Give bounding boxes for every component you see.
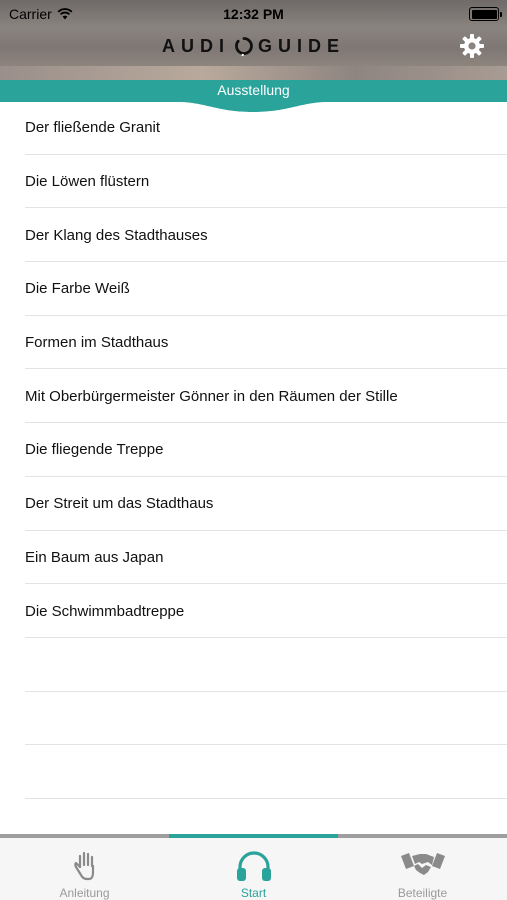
- headphones-icon: [236, 851, 271, 881]
- logo-text-left: AUDI: [161, 35, 230, 56]
- gear-icon[interactable]: [459, 33, 485, 59]
- handshake-icon: [400, 853, 445, 875]
- logo-circle-icon: [234, 36, 254, 59]
- list-item[interactable]: Die Schwimmbadtreppe: [0, 584, 507, 638]
- empty-row: [0, 745, 507, 799]
- status-bar: Carrier 12:32 PM: [0, 0, 507, 28]
- list-item-label: Die Schwimmbadtreppe: [25, 602, 185, 620]
- list-item-label: Formen im Stadthaus: [25, 334, 169, 352]
- list-item[interactable]: Die fliegende Treppe: [0, 423, 507, 477]
- list-item-label: Die fliegende Treppe: [25, 441, 164, 459]
- list-item-label: Ein Baum aus Japan: [25, 548, 164, 566]
- status-time: 12:32 PM: [223, 6, 284, 22]
- list-item[interactable]: Der Klang des Stadthauses: [0, 208, 507, 262]
- tab-start[interactable]: Start: [169, 838, 338, 900]
- list-item[interactable]: Die Farbe Weiß: [0, 262, 507, 316]
- logo-text-right: GUIDE: [257, 35, 345, 56]
- hand-icon: [73, 851, 94, 881]
- list-item[interactable]: Die Löwen flüstern: [0, 155, 507, 209]
- tab-anleitung[interactable]: Anleitung: [0, 838, 169, 900]
- tab-label: Anleitung: [59, 886, 110, 900]
- exhibit-list: Der fließende Granit Die Löwen flüstern …: [0, 101, 507, 799]
- empty-row: [0, 692, 507, 746]
- tab-beteiligte[interactable]: Beteiligte: [338, 838, 507, 900]
- empty-row: [0, 638, 507, 692]
- list-item-label: Der Streit um das Stadthaus: [25, 495, 214, 513]
- header: Carrier 12:32 PM AUDI GUIDE: [0, 0, 507, 80]
- list-item-label: Die Löwen flüstern: [25, 173, 150, 191]
- list-item-label: Mit Oberbürgermeister Gönner in den Räum…: [25, 387, 398, 405]
- section-title: Ausstellung: [217, 82, 290, 98]
- tab-label: Start: [240, 886, 267, 900]
- tab-label: Beteiligte: [397, 886, 448, 900]
- list-item[interactable]: Formen im Stadthaus: [0, 316, 507, 370]
- list-item[interactable]: Mit Oberbürgermeister Gönner in den Räum…: [0, 369, 507, 423]
- list-item-label: Der Klang des Stadthauses: [25, 226, 208, 244]
- battery-icon: [469, 7, 502, 21]
- app-logo: AUDI GUIDE: [0, 34, 507, 59]
- list-item[interactable]: Ein Baum aus Japan: [0, 531, 507, 585]
- list-item[interactable]: Der Streit um das Stadthaus: [0, 477, 507, 531]
- list-item-label: Der fließende Granit: [25, 119, 161, 137]
- tab-bar: Anleitung Start Beteiligte: [0, 834, 507, 900]
- list-item-label: Die Farbe Weiß: [25, 280, 130, 298]
